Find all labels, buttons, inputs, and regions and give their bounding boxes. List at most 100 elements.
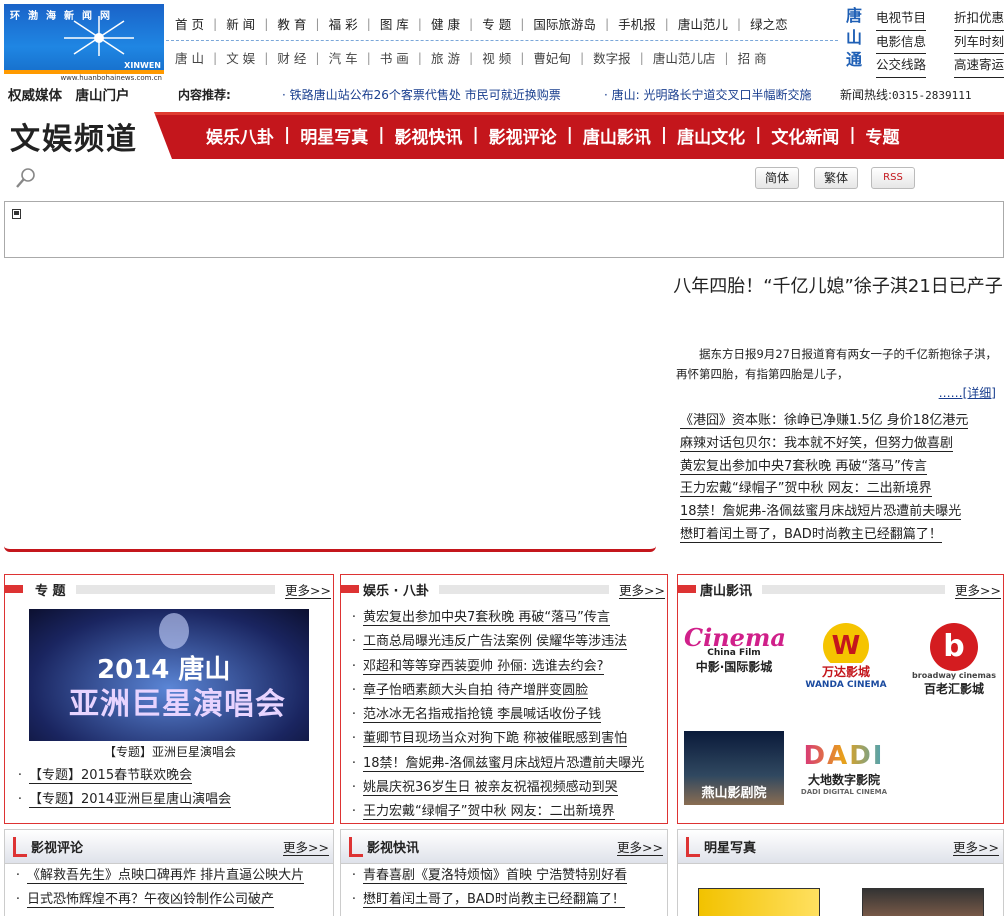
broadway-cinema-logo[interactable]: b broadway cinemas 百老汇影城 (908, 623, 1000, 697)
flash-news-title: 影视快讯 (367, 841, 420, 856)
traditional-button[interactable]: 繁体 (814, 167, 858, 189)
nav-tangshan-fan[interactable]: 唐山范儿 (669, 14, 737, 33)
nav-lottery[interactable]: 福 彩 (320, 14, 367, 33)
link-express[interactable]: 高速寄运 (953, 54, 1004, 78)
star-photos-more-link[interactable]: 更多>> (953, 837, 999, 856)
star-photo-thumb[interactable] (698, 888, 820, 916)
tangshan-tong-label: 唐山通 (845, 6, 862, 69)
cnav-special[interactable]: 专题 (856, 123, 910, 148)
nav-investment[interactable]: 招 商 (729, 48, 776, 67)
nav-culture[interactable]: 文 娱 (217, 48, 264, 67)
cnav-film-news[interactable]: 影视快讯 (384, 123, 472, 148)
recommend-link-1[interactable]: · 铁路唐山站公布26个客票代售处 市民可就近换购票 (282, 86, 561, 103)
list-item[interactable]: 《港囧》资本账：徐峥已净赚1.5亿 身价18亿港元 (680, 410, 1004, 433)
rss-button[interactable]: RSS (871, 167, 915, 189)
ad-banner[interactable] (4, 201, 1004, 258)
list-item[interactable]: 王力宏戴“绿帽子”贺中秋 网友：二出新境界 (345, 800, 667, 824)
nav-mobile-paper[interactable]: 手机报 (609, 14, 665, 33)
list-item[interactable]: 邓超和等等穿西装耍帅 孙俪: 选谁去约会? (345, 655, 667, 679)
list-item[interactable]: 《解救吾先生》点映口碑再炸 排片直逼公映大片 (9, 864, 333, 888)
review-list: 《解救吾先生》点映口碑再炸 排片直逼公映大片 日式恐怖辉煌不再？午夜凶铃制作公司… (9, 864, 333, 913)
star-photos-title: 明星写真 (704, 841, 757, 856)
headline-detail-link[interactable]: ……[详细] (676, 384, 996, 401)
flash-news-more-link[interactable]: 更多>> (617, 837, 663, 856)
nav-finance[interactable]: 财 经 (268, 48, 315, 67)
news-hotline: 新闻热线:0315-2839111 (840, 88, 972, 102)
nav-health[interactable]: 健 康 (422, 14, 469, 33)
list-item[interactable]: 懋盯着闰土哥了，BAD时尚教主已经翻篇了！ (345, 888, 667, 912)
nav-special[interactable]: 专 题 (473, 14, 520, 33)
nav-video[interactable]: 视 频 (473, 48, 520, 67)
bagua-list: 黄宏复出参加中央7套秋晚 再破“落马”传言 工商总局曝光违反广告法案例 侯耀华等… (345, 606, 667, 825)
zhuanti-box: 专 题 更多>> 2014 唐山 亚洲巨星演唱会 【专题】亚洲巨星演唱会 【专题】… (4, 574, 334, 824)
link-discounts[interactable]: 折扣优惠 (953, 7, 1004, 31)
china-film-cinema-logo[interactable]: Cinema China Film 中影·国际影城 (684, 623, 786, 675)
link-movie-info[interactable]: 电影信息 (876, 31, 927, 54)
nav-calligraphy[interactable]: 书 画 (371, 48, 418, 67)
cnav-tangshan-cinema[interactable]: 唐山影讯 (573, 123, 661, 148)
list-item[interactable]: 范冰冰无名指戒指抢镜 李晨喊话收份子钱 (345, 703, 667, 727)
list-item[interactable]: 18禁！詹妮弗-洛佩兹蜜月床战短片恐遭前夫曝光 (345, 752, 667, 776)
cnav-tangshan-culture[interactable]: 唐山文化 (667, 123, 755, 148)
list-item[interactable]: 18禁！詹妮弗-洛佩兹蜜月床战短片恐遭前夫曝光 (680, 501, 1004, 524)
review-title: 影视评论 (31, 841, 84, 856)
headline-summary: 据东方日报9月27日报道育有两女一子的千亿新抱徐子淇，再怀第四胎，有指第四胎是儿… (676, 347, 997, 381)
link-bus-routes[interactable]: 公交线路 (876, 54, 927, 78)
photo-slider[interactable] (4, 260, 656, 552)
nav-education[interactable]: 教 育 (268, 14, 315, 33)
search-icon[interactable] (14, 166, 38, 190)
simplified-button[interactable]: 简体 (755, 167, 799, 189)
nav-news[interactable]: 新 闻 (217, 14, 264, 33)
link-train-schedule[interactable]: 列车时刻 (953, 31, 1004, 54)
list-item[interactable]: 日式恐怖辉煌不再？午夜凶铃制作公司破产 (9, 888, 333, 912)
section-corner-icon (686, 836, 700, 857)
yanshan-theater-photo[interactable]: 燕山影剧院 (684, 731, 784, 805)
nav-gallery[interactable]: 图 库 (371, 14, 418, 33)
list-item[interactable]: 【专题】2015春节联欢晚会 (11, 764, 331, 788)
nav-green-love[interactable]: 绿之恋 (741, 14, 797, 33)
cnav-gossip[interactable]: 娱乐八卦 (196, 123, 284, 148)
nav-auto[interactable]: 汽 车 (320, 48, 367, 67)
star-photo-thumb[interactable] (862, 888, 984, 916)
nav-tangshan-fan-store[interactable]: 唐山范儿店 (644, 48, 725, 67)
zhuanti-more-link[interactable]: 更多>> (285, 580, 331, 599)
bagua-more-link[interactable]: 更多>> (619, 580, 665, 599)
broken-image-icon (12, 209, 21, 219)
section-corner-icon (13, 836, 27, 857)
nav-home[interactable]: 首 页 (166, 14, 213, 33)
nav-tourism[interactable]: 旅 游 (422, 48, 469, 67)
nav-travel-island[interactable]: 国际旅游岛 (524, 14, 605, 33)
logo-xinwen: XINWEN (124, 61, 161, 70)
list-item[interactable]: 工商总局曝光违反广告法案例 侯耀华等涉违法 (345, 630, 667, 654)
zhuanti-title: 专 题 (35, 583, 66, 599)
list-item[interactable]: 黄宏复出参加中央7套秋晚 再破“落马”传言 (345, 606, 667, 630)
logo-url: www.huanbohainews.com.cn (4, 74, 164, 82)
list-item[interactable]: 王力宏戴“绿帽子”贺中秋 网友：二出新境界 (680, 478, 1004, 501)
review-more-link[interactable]: 更多>> (283, 837, 329, 856)
site-logo[interactable]: 环渤海新闻网 XINWEN www.huanbohainews.com.cn (4, 4, 164, 82)
link-tv-schedule[interactable]: 电视节目 (876, 7, 927, 31)
bagua-title: 娱乐 · 八卦 (363, 583, 429, 599)
list-item[interactable]: 黄宏复出参加中央7套秋晚 再破“落马”传言 (680, 456, 1004, 479)
cnav-culture-news[interactable]: 文化新闻 (761, 123, 849, 148)
list-item[interactable]: 董卿节目现场当众对狗下跪 称被催眠感到害怕 (345, 727, 667, 751)
list-item[interactable]: 【专题】2014亚洲巨星唐山演唱会 (11, 788, 331, 812)
list-item[interactable]: 章子怡晒素颜大头自拍 待产增胖变圆脸 (345, 679, 667, 703)
dadi-cinema-logo[interactable]: DADI 大地数字影院 DADI DIGITAL CINEMA (796, 741, 892, 796)
wanda-cinema-logo[interactable]: W 万达影城 WANDA CINEMA (794, 623, 898, 690)
nav-tangshan[interactable]: 唐 山 (166, 48, 213, 67)
recommend-link-2[interactable]: · 唐山: 光明路长宁道交叉口半幅断交施 (604, 86, 812, 103)
cnav-film-review[interactable]: 影视评论 (479, 123, 567, 148)
cinema-more-link[interactable]: 更多>> (955, 580, 1001, 599)
cnav-star-photos[interactable]: 明星写真 (290, 123, 378, 148)
concert-banner[interactable]: 2014 唐山 亚洲巨星演唱会 (29, 609, 309, 741)
list-item[interactable]: 青春喜剧《夏洛特烦恼》首映 宁浩赞特别好看 (345, 864, 667, 888)
nav-digital-paper[interactable]: 数字报 (584, 48, 640, 67)
list-item[interactable]: 麻辣对话包贝尔：我本就不好笑，但努力做喜剧 (680, 433, 1004, 456)
headline-title[interactable]: 八年四胎！“千亿儿媳”徐子淇21日已产子 (672, 268, 1004, 306)
top-nav-secondary: 唐 山 | 文 娱 | 财 经 | 汽 车 | 书 画 | 旅 游 | 视 频 | 曹妃甸 | … (166, 43, 776, 71)
nav-caofeidian[interactable]: 曹妃甸 (524, 48, 580, 67)
list-item[interactable]: 懋盯着闰土哥了，BAD时尚教主已经翻篇了！ (680, 524, 1004, 547)
list-item[interactable]: 姚晨庆祝36岁生日 被亲友祝福视频感动到哭 (345, 776, 667, 800)
banner-caption[interactable]: 【专题】亚洲巨星演唱会 (5, 743, 335, 760)
